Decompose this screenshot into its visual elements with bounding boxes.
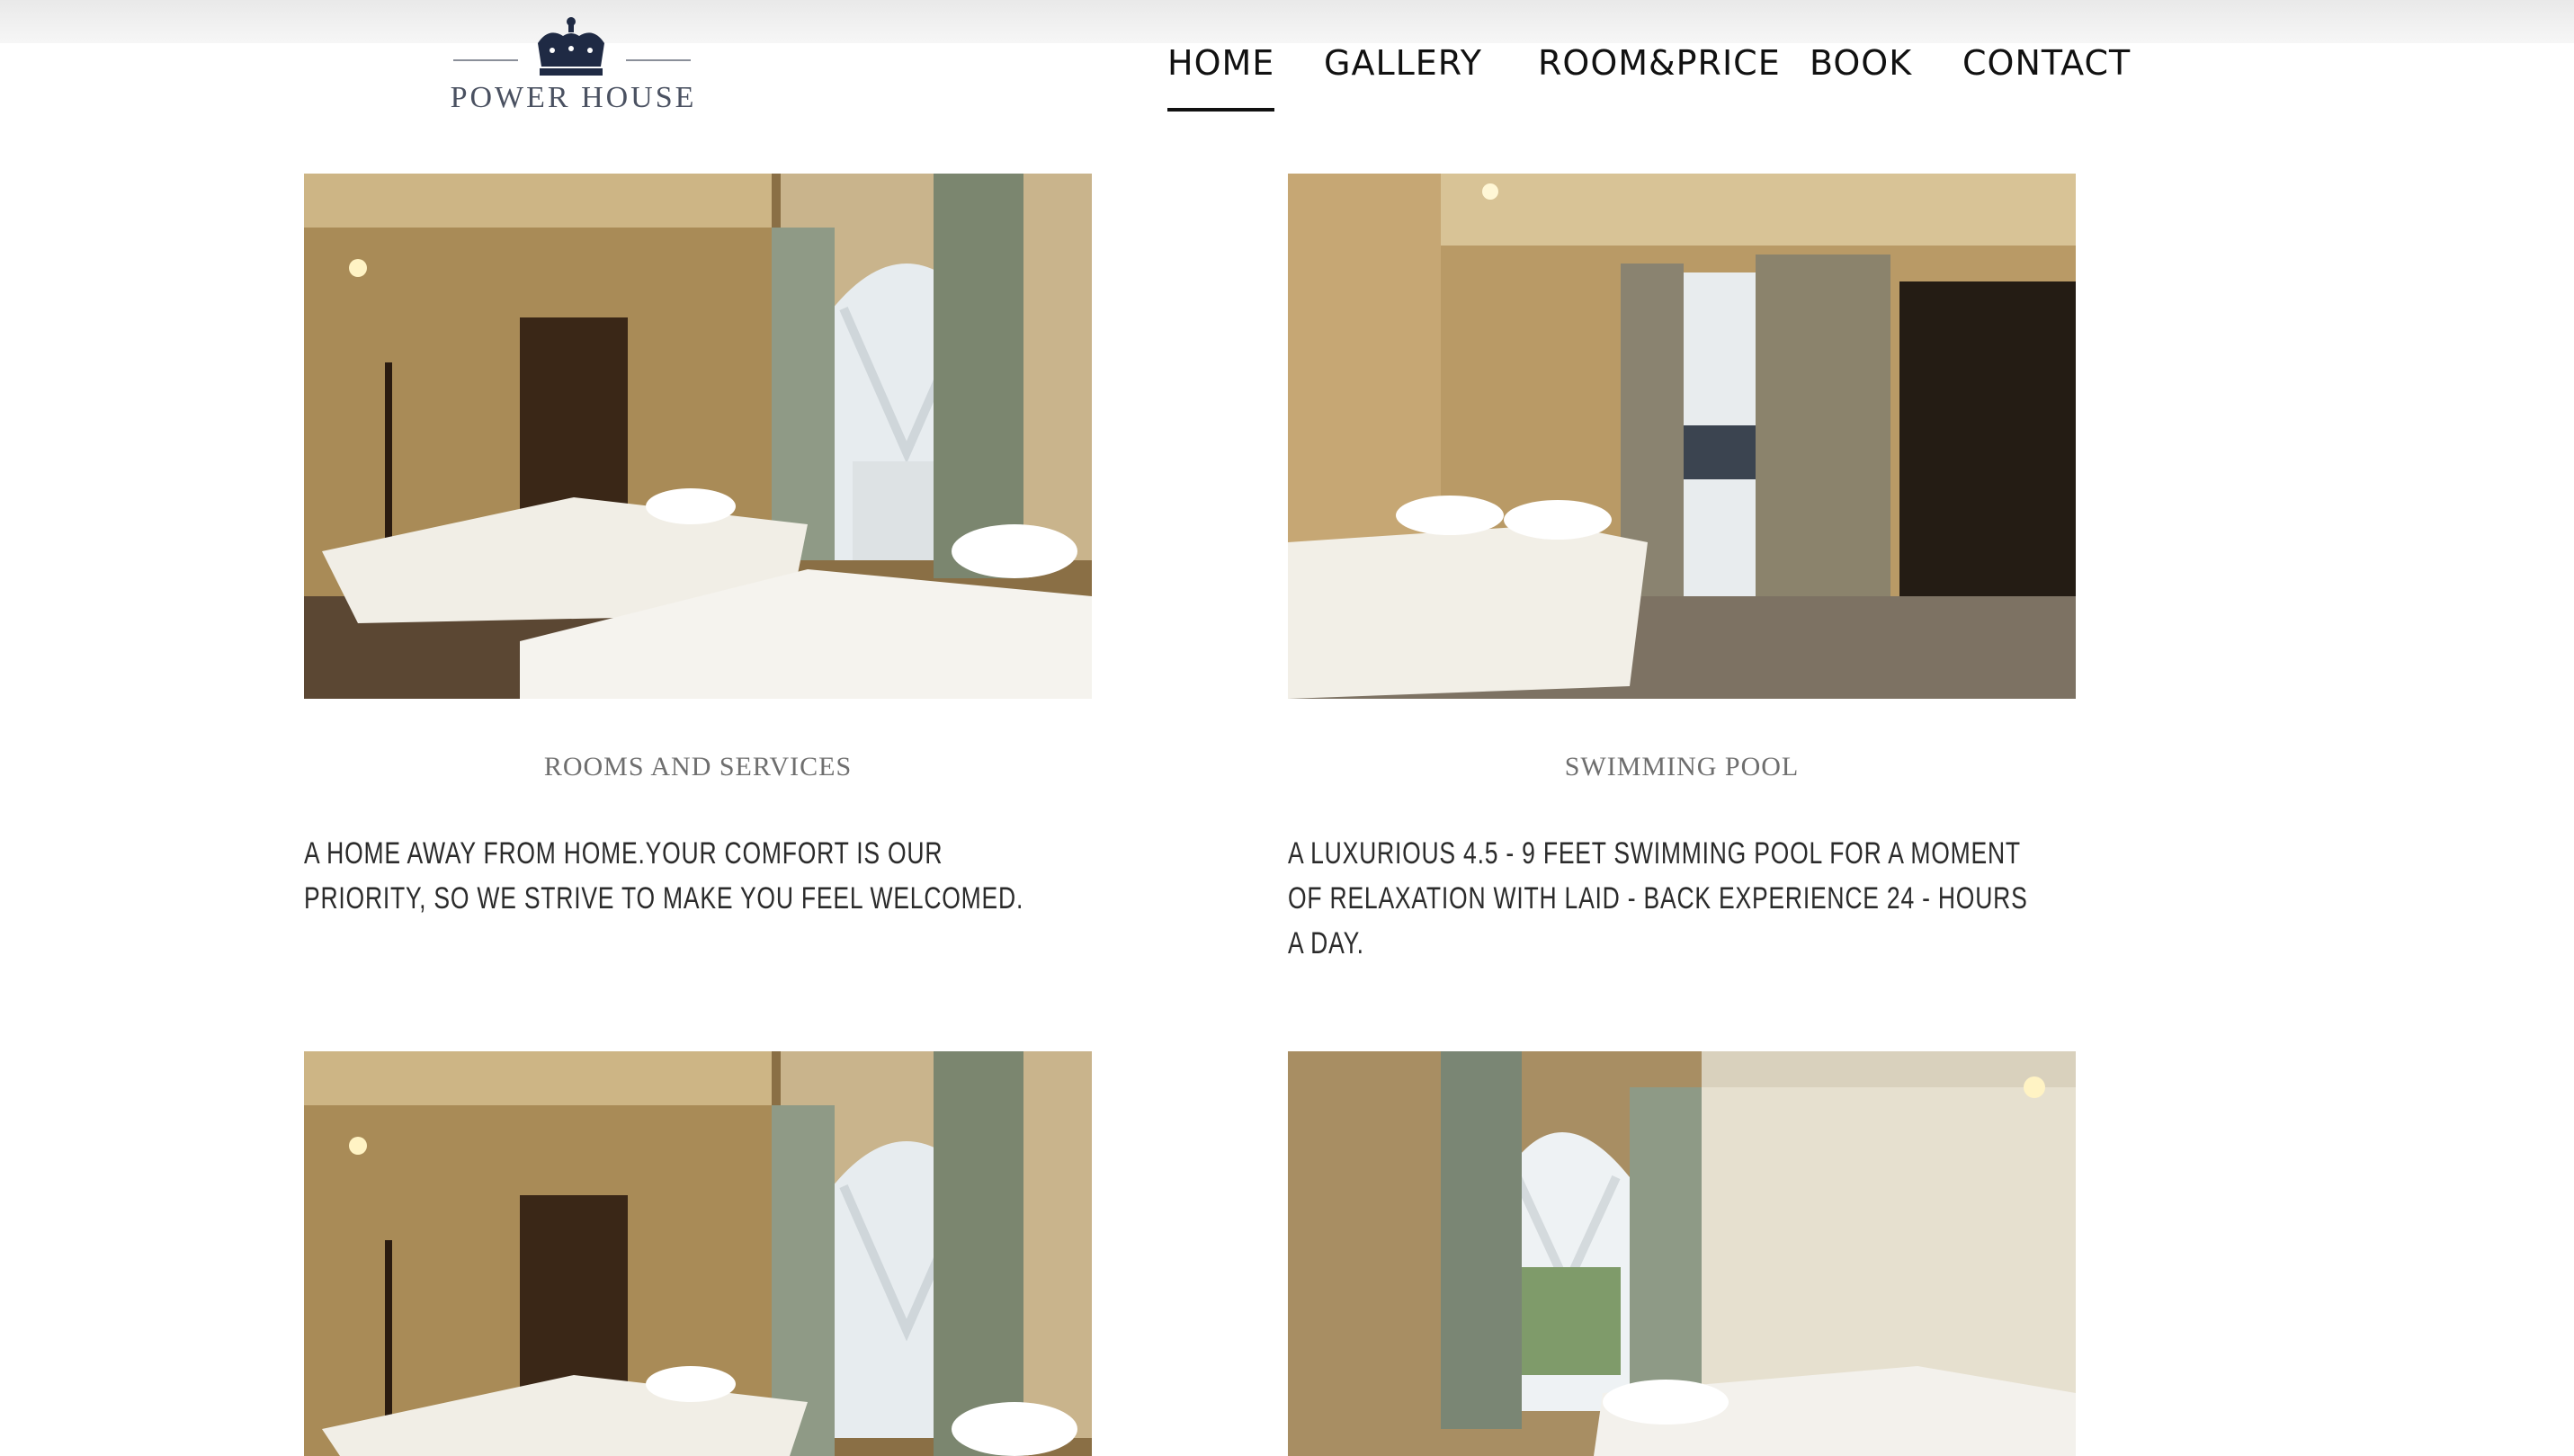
logo[interactable]: POWER HOUSE	[450, 16, 697, 115]
room-photo-3[interactable]	[304, 1051, 1092, 1456]
nav-home[interactable]: HOME	[1167, 43, 1275, 112]
nav-contact[interactable]: CONTACT	[1962, 43, 2131, 112]
site-header: POWER HOUSE HOME GALLERY ROOM&PRICE BOOK…	[0, 0, 2574, 135]
card-text-rooms: A HOME AWAY FROM HOME.YOUR COMFORT IS OU…	[304, 836, 1024, 916]
crown-icon	[538, 17, 604, 76]
nav-gallery[interactable]: GALLERY	[1324, 43, 1482, 112]
logo-rule-right	[626, 59, 691, 61]
brand-name: POWER HOUSE	[450, 81, 697, 114]
nav-book[interactable]: BOOK	[1810, 43, 1912, 112]
nav-room-price[interactable]: ROOM&PRICE	[1538, 43, 1781, 112]
room-photo-1[interactable]	[304, 174, 1092, 699]
card-title-pool: SWIMMING POOL	[1564, 752, 1800, 782]
card-title-rooms: ROOMS AND SERVICES	[543, 752, 853, 782]
logo-rule-left	[453, 59, 518, 61]
card-text-pool: A LUXURIOUS 4.5 - 9 FEET SWIMMING POOL F…	[1288, 836, 2028, 960]
room-photo-4[interactable]	[1288, 1051, 2076, 1456]
room-photo-2[interactable]	[1288, 174, 2076, 699]
